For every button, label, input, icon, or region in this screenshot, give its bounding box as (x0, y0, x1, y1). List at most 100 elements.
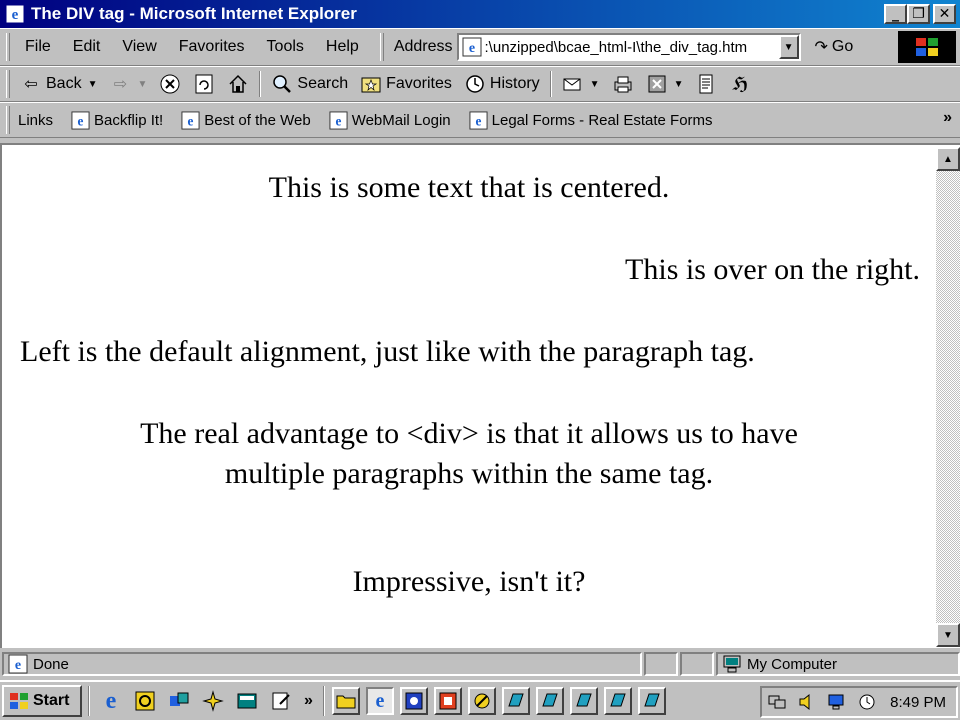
ie-logo-icon: e (5, 4, 25, 24)
history-icon (466, 75, 484, 93)
history-button[interactable]: History (458, 73, 546, 95)
forward-dropdown-icon[interactable]: ▼ (137, 79, 147, 90)
clock[interactable]: 8:49 PM (890, 694, 946, 711)
link-label: Backflip It! (94, 111, 164, 129)
div-paragraph-line-2: multiple paragraphs within the same tag. (224, 457, 714, 490)
search-label: Search (297, 75, 349, 92)
svg-text:e: e (468, 41, 474, 56)
search-button[interactable]: Search (265, 73, 354, 95)
menu-edit[interactable]: Edit (62, 38, 112, 56)
link-best-of-web[interactable]: e Best of the Web (172, 110, 319, 130)
standard-toolbar: ⇦ Back ▼ ⇨ ▼ Search Favorites History ▼ … (0, 66, 960, 102)
forward-button[interactable]: ⇨ ▼ (103, 73, 153, 95)
close-button[interactable]: ✕ (933, 4, 956, 24)
print-button[interactable] (606, 73, 640, 95)
favorites-label: Favorites (386, 75, 452, 92)
forward-arrow-icon: ⇨ (113, 76, 128, 93)
tray-display-icon[interactable] (823, 688, 851, 716)
mail-dropdown-icon[interactable]: ▼ (590, 79, 600, 90)
status-progress-cell (644, 652, 678, 676)
menu-file[interactable]: File (14, 38, 62, 56)
home-button[interactable] (221, 73, 255, 95)
address-field[interactable]: e :\unzipped\bcae_html-I\the_div_tag.htm… (456, 33, 801, 61)
menu: File Edit View Favorites Tools Help (14, 38, 370, 56)
title-bar[interactable]: e The DIV tag - Microsoft Internet Explo… (0, 0, 960, 28)
windows-flag-icon (916, 38, 938, 56)
task-window-button-1[interactable] (501, 687, 530, 715)
task-window-button-5[interactable] (637, 687, 666, 715)
quicklaunch-notepad-icon[interactable] (267, 687, 295, 715)
status-text-cell: e Done (2, 652, 642, 676)
edit-dropdown-icon[interactable]: ▼ (674, 79, 684, 90)
quicklaunch-outlook-icon[interactable] (131, 687, 159, 715)
favorites-button[interactable]: Favorites (354, 73, 458, 95)
go-label: Go (831, 38, 854, 55)
quicklaunch-desktop-icon[interactable] (199, 687, 227, 715)
messenger-button[interactable]: ℌ (723, 73, 757, 95)
refresh-button[interactable] (187, 73, 221, 95)
toolbar-grip[interactable] (6, 70, 10, 98)
address-input[interactable]: :\unzipped\bcae_html-I\the_div_tag.htm (485, 39, 779, 56)
task-paint-button[interactable] (467, 687, 496, 715)
start-label: Start (33, 692, 70, 709)
svg-text:e: e (15, 658, 21, 673)
back-dropdown-icon[interactable]: ▼ (88, 79, 98, 90)
page-content: This is some text that is centered. This… (4, 147, 934, 647)
links-bar: Links e Backflip It! e Best of the Web e… (0, 102, 960, 138)
toolbar-grip[interactable] (6, 33, 10, 61)
links-label[interactable]: Links (14, 112, 62, 129)
task-app-blue-button[interactable] (399, 687, 428, 715)
div-paragraph-line-1: The real advantage to <div> is that it a… (140, 417, 798, 450)
tray-scheduler-icon[interactable] (853, 688, 881, 716)
link-webmail[interactable]: e WebMail Login (320, 110, 460, 130)
quicklaunch-channels-icon[interactable] (165, 687, 193, 715)
svg-text:e: e (188, 113, 194, 128)
discuss-button[interactable] (689, 73, 723, 95)
task-window-button-4[interactable] (603, 687, 632, 715)
status-text: Done (33, 655, 69, 673)
favorites-icon (361, 77, 381, 93)
scroll-down-button[interactable]: ▼ (936, 623, 960, 647)
address-label: Address (393, 38, 453, 55)
menu-help[interactable]: Help (315, 38, 370, 56)
restore-button[interactable]: ❐ (907, 4, 930, 24)
impressive-text: Impressive, isn't it? (352, 565, 586, 598)
link-legal-forms[interactable]: e Legal Forms - Real Estate Forms (460, 110, 722, 130)
status-zone-cell: My Computer (716, 652, 960, 676)
task-window-button-2[interactable] (535, 687, 564, 715)
toolbar-grip[interactable] (6, 106, 10, 134)
messenger-icon: ℌ (732, 73, 749, 94)
svg-text:e: e (475, 113, 481, 128)
start-button[interactable]: Start (2, 685, 82, 717)
menu-tools[interactable]: Tools (256, 38, 315, 56)
page-viewport[interactable]: This is some text that is centered. This… (0, 143, 960, 648)
links-overflow-button[interactable]: » (943, 109, 952, 127)
link-backflip[interactable]: e Backflip It! (62, 110, 172, 130)
address-dropdown-button[interactable]: ▼ (778, 35, 799, 59)
ie-page-icon: e (329, 110, 348, 130)
vertical-scrollbar[interactable]: ▲ ▼ (936, 147, 960, 647)
edit-button[interactable]: ▼ (640, 73, 690, 95)
status-secure-cell (680, 652, 714, 676)
stop-button[interactable] (153, 73, 187, 95)
back-button[interactable]: ⇦ Back ▼ (14, 73, 103, 95)
scroll-up-button[interactable]: ▲ (936, 147, 960, 171)
task-window-button-3[interactable] (569, 687, 598, 715)
tray-volume-icon[interactable] (793, 688, 821, 716)
quicklaunch-overflow[interactable]: » (304, 692, 313, 710)
task-folder-button[interactable] (331, 687, 360, 715)
taskbar: Start e » e 8:49 PM (0, 680, 960, 720)
quicklaunch-ie-icon[interactable]: e (97, 687, 125, 715)
tray-network-icon[interactable] (763, 688, 791, 716)
quicklaunch-calculator-icon[interactable] (233, 687, 261, 715)
mail-button[interactable]: ▼ (556, 73, 606, 95)
menu-favorites[interactable]: Favorites (168, 38, 256, 56)
minimize-button[interactable]: _ (884, 4, 907, 24)
go-button[interactable]: ↷ Go (815, 37, 854, 57)
task-powerpoint-button[interactable] (433, 687, 462, 715)
toolbar-separator (549, 71, 552, 97)
toolbar-grip[interactable] (379, 33, 384, 61)
menu-view[interactable]: View (111, 38, 167, 56)
my-computer-icon (723, 655, 741, 673)
task-ie-window-button[interactable]: e (365, 687, 394, 715)
